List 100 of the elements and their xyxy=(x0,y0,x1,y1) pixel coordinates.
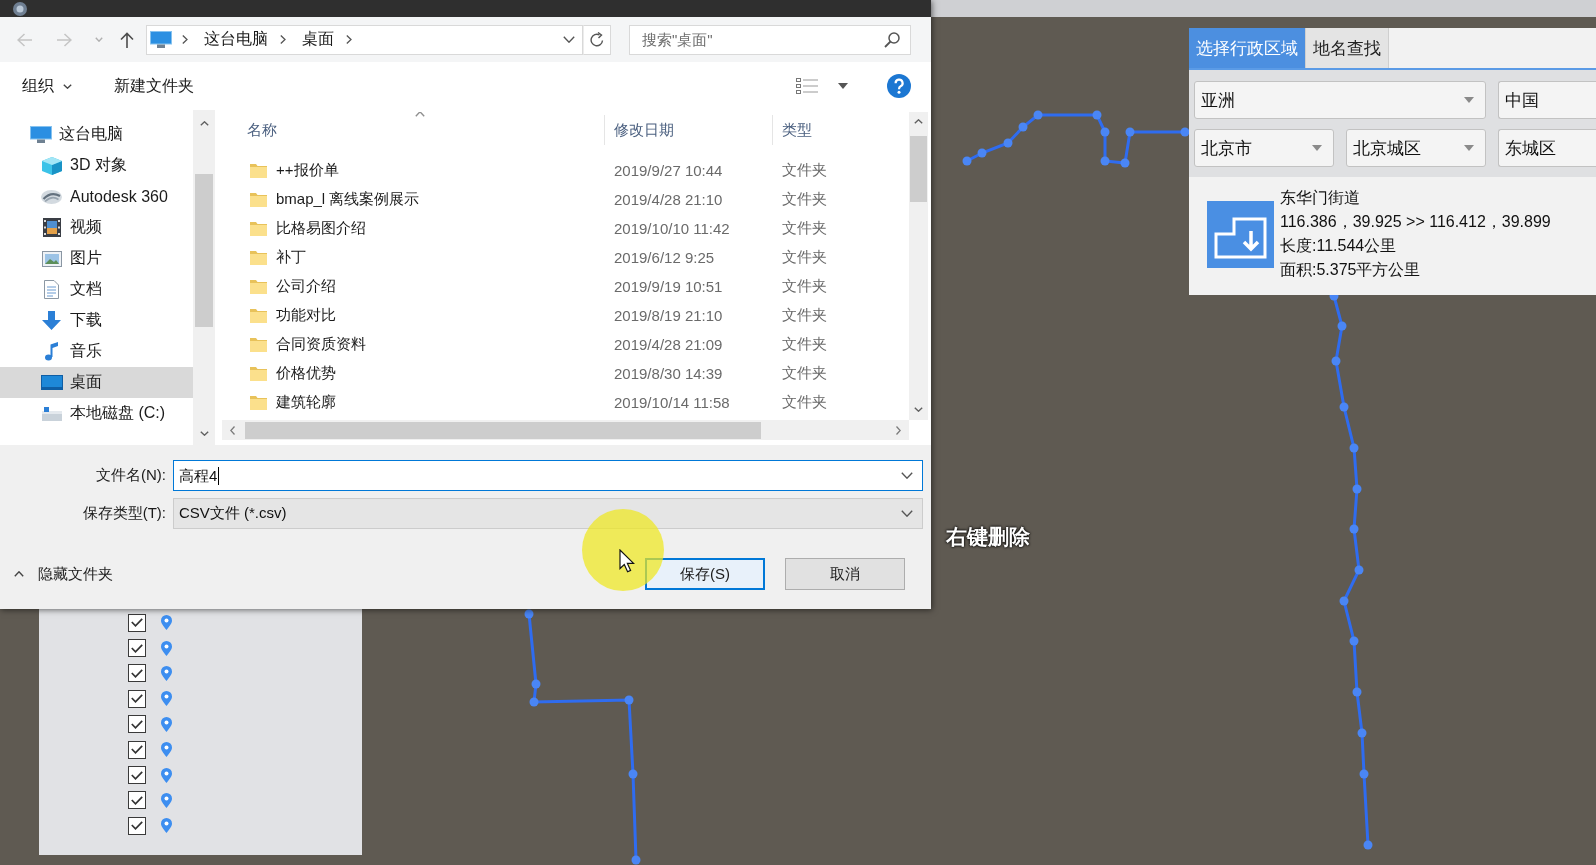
map-pin-icon xyxy=(161,767,172,783)
search-icon[interactable] xyxy=(884,31,900,48)
region-select[interactable]: 中国 xyxy=(1498,81,1596,119)
area-text: 面积:5.375平方公里 xyxy=(1280,260,1422,280)
checkbox[interactable] xyxy=(128,816,146,835)
file-name[interactable]: 合同资质资料 xyxy=(276,335,366,354)
region-select[interactable]: 北京城区 xyxy=(1346,129,1486,167)
region-select[interactable]: 北京市 xyxy=(1194,129,1334,167)
checkbox[interactable] xyxy=(128,664,146,683)
checkbox[interactable] xyxy=(128,613,146,632)
checkmark-icon xyxy=(131,821,143,831)
nav-item[interactable]: 这台电脑 xyxy=(0,119,193,150)
file-name[interactable]: 建筑轮廓 xyxy=(276,393,336,412)
breadcrumb-item[interactable]: 桌面 xyxy=(302,29,334,50)
file-name[interactable]: 价格优势 xyxy=(276,364,336,383)
file-name[interactable]: 功能对比 xyxy=(276,306,336,325)
up-arrow-icon[interactable] xyxy=(120,31,134,48)
modified-date: 2019/8/30 14:39 xyxy=(614,365,723,382)
nav-item[interactable]: Autodesk 360 xyxy=(0,181,193,212)
details-view-icon[interactable] xyxy=(796,78,818,94)
file-name[interactable]: 比格易图介绍 xyxy=(276,219,366,238)
file-type: 文件夹 xyxy=(782,161,827,180)
map-pin-icon xyxy=(161,742,172,758)
nav-item[interactable]: 3D 对象 xyxy=(0,150,193,181)
checkbox[interactable] xyxy=(128,766,146,785)
cube-icon xyxy=(41,156,62,175)
file-name-field[interactable]: 高程4 xyxy=(173,460,923,491)
file-type: 文件夹 xyxy=(782,219,827,238)
file-type: 文件夹 xyxy=(782,306,827,325)
drive-icon xyxy=(41,406,62,421)
scrollbar-thumb[interactable] xyxy=(195,174,213,327)
dropdown-caret-icon[interactable] xyxy=(901,472,913,479)
caret-icon xyxy=(838,83,848,89)
column-header[interactable]: 类型 xyxy=(773,115,909,145)
hide-folders-toggle[interactable]: 隐藏文件夹 xyxy=(14,564,113,584)
map-pin-icon xyxy=(161,665,172,681)
region-name: 东华门街道 xyxy=(1280,188,1361,208)
file-name[interactable]: 公司介绍 xyxy=(276,277,336,296)
help-icon[interactable] xyxy=(887,74,911,98)
checkmark-icon xyxy=(131,745,143,755)
map-pin-icon xyxy=(161,818,172,834)
scrollbar-thumb[interactable] xyxy=(245,421,761,439)
file-name[interactable]: ++报价单 xyxy=(276,161,339,180)
dropdown-caret-icon[interactable] xyxy=(1464,145,1474,151)
checkbox[interactable] xyxy=(128,639,146,658)
dialog-button[interactable]: 保存(S) xyxy=(645,558,765,590)
nav-item[interactable]: 音乐 xyxy=(0,336,193,367)
region-select[interactable]: 东城区 xyxy=(1498,129,1596,167)
picture-icon xyxy=(41,250,62,267)
column-header[interactable]: 名称 xyxy=(219,115,605,145)
chevron-right-icon[interactable] xyxy=(182,35,188,44)
file-type: 文件夹 xyxy=(782,277,827,296)
checkbox[interactable] xyxy=(128,740,146,759)
dropdown-caret-icon[interactable] xyxy=(563,36,575,43)
nav-item[interactable]: 本地磁盘 (C:) xyxy=(0,398,193,429)
dropdown-caret-icon[interactable] xyxy=(901,510,913,517)
address-bar[interactable]: 这台电脑 桌面 xyxy=(146,24,583,55)
modified-date: 2019/6/12 9:25 xyxy=(614,249,715,266)
dropdown-caret-icon[interactable] xyxy=(1312,145,1322,151)
map-pin-icon xyxy=(161,792,172,808)
mouse-pointer-icon xyxy=(619,549,635,573)
checkbox[interactable] xyxy=(128,791,146,810)
region-select[interactable]: 亚洲 xyxy=(1194,81,1486,119)
checkbox[interactable] xyxy=(128,689,146,708)
scrollbar-thumb[interactable] xyxy=(910,136,927,202)
file-name[interactable]: bmap_l 离线案例展示 xyxy=(276,190,420,209)
music-note-icon xyxy=(45,342,58,361)
caret-icon xyxy=(63,83,72,89)
file-name[interactable]: 补丁 xyxy=(276,248,306,267)
dropdown-caret-icon[interactable] xyxy=(1464,97,1474,103)
nav-item[interactable]: 桌面 xyxy=(0,367,193,398)
modified-date: 2019/9/19 10:51 xyxy=(614,278,723,295)
checkbox[interactable] xyxy=(128,715,146,734)
document-icon xyxy=(44,280,59,299)
nav-item[interactable]: 图片 xyxy=(0,243,193,274)
coordinates-text: 116.386，39.925 >> 116.412，39.899 xyxy=(1280,212,1551,232)
chevron-right-icon[interactable] xyxy=(346,35,352,44)
map-pin-icon xyxy=(161,640,172,656)
search-field[interactable]: 搜索"桌面" xyxy=(629,24,911,55)
column-header[interactable]: 修改日期 xyxy=(605,115,773,145)
nav-item[interactable]: 下载 xyxy=(0,305,193,336)
refresh-icon xyxy=(590,32,604,47)
dialog-button[interactable]: 取消 xyxy=(785,558,905,590)
length-text: 长度:11.544公里 xyxy=(1280,236,1398,256)
checkmark-icon xyxy=(131,618,143,628)
file-type: 文件夹 xyxy=(782,364,827,383)
breadcrumb-item[interactable]: 这台电脑 xyxy=(204,29,268,50)
refresh-button[interactable] xyxy=(583,24,611,55)
file-type-dropdown[interactable]: CSV文件 (*.csv) xyxy=(173,498,923,529)
tab[interactable]: 地名查找 xyxy=(1306,28,1389,68)
file-type: 文件夹 xyxy=(782,248,827,267)
organize-button[interactable]: 组织 xyxy=(22,72,72,100)
nav-item[interactable]: 视频 xyxy=(0,212,193,243)
map-pin-icon xyxy=(161,716,172,732)
new-folder-button[interactable]: 新建文件夹 xyxy=(114,72,194,100)
field-label: 保存类型(T): xyxy=(81,504,166,523)
file-type: 文件夹 xyxy=(782,190,827,209)
nav-item[interactable]: 文档 xyxy=(0,274,193,305)
chevron-right-icon[interactable] xyxy=(280,35,286,44)
swirl-icon xyxy=(41,189,62,204)
